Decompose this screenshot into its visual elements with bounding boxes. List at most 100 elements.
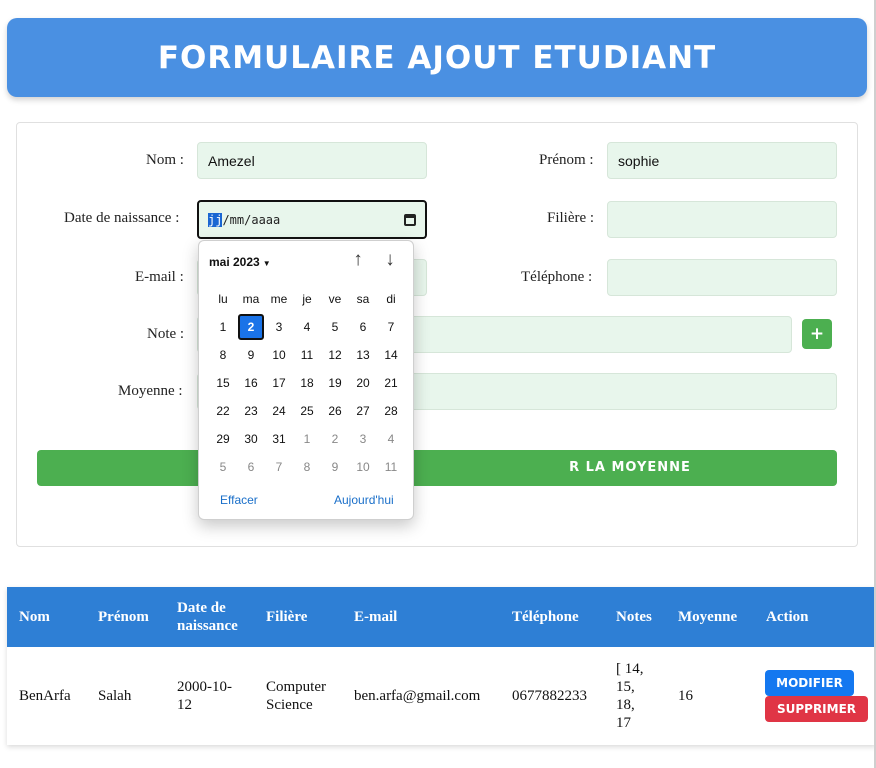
calendar-day[interactable]: 16 (238, 370, 264, 396)
date-picker-popup[interactable]: mai 2023 ▼ ↑ ↓ lu ma me je ve sa di 1 2 3 4 5 6 7 8 9 10 1… (198, 240, 414, 520)
cell-prenom: Salah (98, 688, 132, 704)
cell-date-line1: 2000-10- (177, 679, 232, 695)
calendar-day[interactable]: 15 (210, 370, 236, 396)
page-title: FORMULAIRE AJOUT ETUDIANT (157, 39, 717, 76)
calendar-day[interactable]: 29 (210, 426, 236, 452)
calendar-day[interactable]: 5 (322, 314, 348, 340)
supprimer-button[interactable]: SUPPRIMER (765, 696, 868, 722)
calendar-day[interactable]: 7 (378, 314, 404, 340)
col-filiere-header: Filière (266, 609, 308, 625)
calc-button-label: R LA MOYENNE (569, 460, 691, 475)
weekday-header: ma (242, 292, 260, 306)
cell-filiere-line1: Computer (266, 679, 326, 695)
nom-label: Nom : (146, 152, 184, 168)
cell-email: ben.arfa@gmail.com (354, 688, 481, 704)
email-label: E-mail : (135, 269, 184, 285)
telephone-label: Téléphone : (521, 269, 593, 285)
date-day-segment[interactable]: jj (208, 212, 223, 227)
date-naissance-input[interactable]: jj /mm/aaaa (197, 200, 427, 239)
col-date-header-line1: Date de (177, 600, 226, 616)
calendar-day[interactable]: 21 (378, 370, 404, 396)
col-moyenne-header: Moyenne (678, 609, 738, 625)
cell-nom: BenArfa (19, 688, 71, 704)
calendar-day[interactable]: 10 (266, 342, 292, 368)
calendar-day[interactable]: 27 (350, 398, 376, 424)
calendar-day[interactable]: 22 (210, 398, 236, 424)
calendar-day[interactable]: 20 (350, 370, 376, 396)
page-header: FORMULAIRE AJOUT ETUDIANT (7, 18, 867, 97)
cell-notes-line: 18, (616, 697, 635, 713)
calendar-day[interactable]: 18 (294, 370, 320, 396)
date-naissance-label: Date de naissance : (64, 210, 180, 226)
calendar-day[interactable]: 5 (210, 454, 236, 480)
calendar-day[interactable]: 10 (350, 454, 376, 480)
calendar-day[interactable]: 2 (322, 426, 348, 452)
calendar-day[interactable]: 24 (266, 398, 292, 424)
prenom-input[interactable] (607, 142, 837, 179)
prenom-label: Prénom : (539, 152, 594, 168)
col-email-header: E-mail (354, 609, 398, 625)
calendar-day[interactable]: 8 (294, 454, 320, 480)
weekday-header: di (386, 292, 396, 306)
caret-down-icon: ▼ (262, 259, 271, 268)
calendar-day[interactable]: 12 (322, 342, 348, 368)
calendar-day[interactable]: 11 (294, 342, 320, 368)
cell-notes-line: 17 (616, 715, 631, 731)
calendar-day[interactable]: 14 (378, 342, 404, 368)
calendar-day[interactable]: 30 (238, 426, 264, 452)
calendar-day[interactable]: 4 (294, 314, 320, 340)
month-year-label: mai 2023 (209, 255, 260, 269)
col-action-header: Action (766, 609, 809, 625)
weekday-header: sa (356, 292, 370, 306)
calculer-moyenne-button[interactable]: R LA MOYENNE (37, 450, 837, 486)
calendar-day[interactable]: 1 (210, 314, 236, 340)
cell-filiere-line2: Science (266, 697, 313, 713)
add-note-button[interactable]: + (802, 319, 832, 349)
col-date-header-line2: naissance (177, 618, 238, 634)
weekday-header: me (270, 292, 288, 306)
calendar-day[interactable]: 26 (322, 398, 348, 424)
note-label: Note : (147, 326, 185, 342)
calendar-day[interactable]: 31 (266, 426, 292, 452)
telephone-input[interactable] (607, 259, 837, 296)
calendar-day[interactable]: 23 (238, 398, 264, 424)
calendar-day-selected[interactable]: 2 (238, 314, 264, 340)
calendar-day[interactable]: 17 (266, 370, 292, 396)
cell-telephone: 0677882233 (512, 688, 587, 704)
calendar-day[interactable]: 3 (266, 314, 292, 340)
today-link[interactable]: Aujourd'hui (334, 493, 394, 507)
clear-date-link[interactable]: Effacer (220, 493, 258, 507)
cell-notes-line: [ 14, (616, 661, 644, 677)
students-table: Nom Prénom Date de naissance Filière E-m… (7, 587, 876, 745)
date-month-year-segment[interactable]: /mm/aaaa (222, 213, 280, 227)
weekday-header: je (302, 292, 312, 306)
weekday-header: ve (328, 292, 342, 306)
calendar-day[interactable]: 6 (238, 454, 264, 480)
col-notes-header: Notes (616, 609, 652, 625)
calendar-day[interactable]: 28 (378, 398, 404, 424)
calendar-day[interactable]: 6 (350, 314, 376, 340)
col-telephone-header: Téléphone (512, 609, 579, 625)
modifier-button[interactable]: MODIFIER (765, 670, 854, 696)
calendar-day[interactable]: 1 (294, 426, 320, 452)
calendar-day[interactable]: 25 (294, 398, 320, 424)
filiere-label: Filière : (547, 210, 595, 226)
previous-month-arrow-icon[interactable]: ↑ (347, 249, 369, 271)
nom-input[interactable] (197, 142, 427, 179)
calendar-day[interactable]: 8 (210, 342, 236, 368)
moyenne-label: Moyenne : (118, 383, 183, 399)
calendar-day[interactable]: 9 (322, 454, 348, 480)
calendar-day[interactable]: 11 (378, 454, 404, 480)
calendar-day[interactable]: 7 (266, 454, 292, 480)
calendar-day[interactable]: 19 (322, 370, 348, 396)
calendar-day[interactable]: 3 (350, 426, 376, 452)
calendar-day[interactable]: 9 (238, 342, 264, 368)
next-month-arrow-icon[interactable]: ↓ (379, 249, 401, 271)
filiere-input[interactable] (607, 201, 837, 238)
calendar-icon[interactable] (404, 213, 416, 226)
calendar-day[interactable]: 13 (350, 342, 376, 368)
col-prenom-header: Prénom (98, 609, 149, 625)
cell-date-line2: 12 (177, 697, 192, 713)
calendar-day[interactable]: 4 (378, 426, 404, 452)
month-year-selector[interactable]: mai 2023 ▼ (209, 255, 271, 269)
